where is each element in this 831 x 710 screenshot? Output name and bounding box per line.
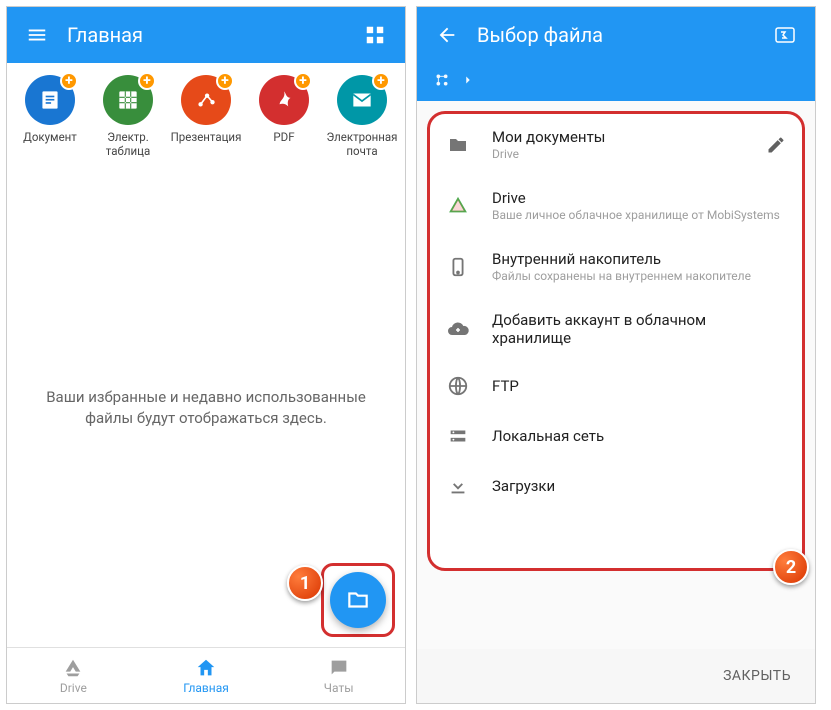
shortcut-label: Электр. таблица bbox=[90, 131, 166, 159]
chevron-right-icon bbox=[461, 73, 475, 87]
shortcut-pdf[interactable]: + PDF bbox=[246, 75, 322, 159]
plus-badge-icon: + bbox=[60, 72, 78, 90]
plus-badge-icon: + bbox=[294, 72, 312, 90]
dialog-footer: ЗАКРЫТЬ bbox=[417, 649, 815, 703]
storage-sub: Ваше личное облачное хранилище от MobiSy… bbox=[492, 208, 786, 222]
drive-icon bbox=[442, 195, 474, 217]
appbar-title: Главная bbox=[57, 23, 355, 47]
shortcut-label: Электронная почта bbox=[324, 131, 400, 159]
folder-icon bbox=[442, 133, 474, 157]
nav-label: Главная bbox=[183, 681, 229, 695]
appbar-left: Главная bbox=[7, 7, 405, 63]
breadcrumb bbox=[417, 63, 815, 101]
lan-icon bbox=[442, 425, 474, 447]
storage-ftp[interactable]: FTP bbox=[430, 361, 802, 411]
back-icon[interactable] bbox=[427, 15, 467, 55]
cloud-plus-icon bbox=[442, 317, 474, 341]
shortcut-document[interactable]: + Документ bbox=[12, 75, 88, 159]
shortcut-email[interactable]: + Электронная почта bbox=[324, 75, 400, 159]
app-logo-icon[interactable] bbox=[765, 15, 805, 55]
storage-drive[interactable]: Drive Ваше личное облачное хранилище от … bbox=[430, 175, 802, 236]
phone-icon bbox=[442, 256, 474, 278]
nav-home[interactable]: Главная bbox=[140, 648, 273, 703]
shortcut-label: Документ bbox=[23, 131, 77, 145]
shortcut-spreadsheet[interactable]: + Электр. таблица bbox=[90, 75, 166, 159]
storage-sub: Файлы сохранены на внутреннем накопителе bbox=[492, 269, 786, 283]
fab-highlight bbox=[321, 563, 395, 637]
phone-right: Выбор файла Мои документы Drive bbox=[416, 6, 816, 704]
globe-icon bbox=[442, 375, 474, 397]
storage-title: Добавить аккаунт в облачном хранилище bbox=[492, 311, 786, 347]
nav-label: Чаты bbox=[324, 681, 354, 695]
shortcuts-row: + Документ + Электр. таблица + Презентац… bbox=[7, 63, 405, 169]
storage-downloads[interactable]: Загрузки bbox=[430, 461, 802, 511]
phone-left: Главная + Документ + Электр. таблица bbox=[6, 6, 406, 704]
close-button[interactable]: ЗАКРЫТЬ bbox=[723, 668, 791, 684]
plus-badge-icon: + bbox=[138, 72, 156, 90]
storage-add-cloud[interactable]: Добавить аккаунт в облачном хранилище bbox=[430, 297, 802, 361]
shortcut-presentation[interactable]: + Презентация bbox=[168, 75, 244, 159]
left-main: + Документ + Электр. таблица + Презентац… bbox=[7, 63, 405, 647]
storage-title: Мои документы bbox=[492, 128, 748, 146]
storage-title: Локальная сеть bbox=[492, 427, 786, 445]
nav-label: Drive bbox=[60, 681, 87, 695]
storage-title: Drive bbox=[492, 189, 786, 207]
storage-title: Внутренний накопитель bbox=[492, 250, 786, 268]
bottom-nav: Drive Главная Чаты bbox=[7, 647, 405, 703]
storage-title: Загрузки bbox=[492, 477, 786, 495]
download-icon bbox=[442, 475, 474, 497]
step-marker-2: 2 bbox=[773, 549, 809, 585]
storage-my-documents[interactable]: Мои документы Drive bbox=[430, 114, 802, 175]
view-toggle-icon[interactable] bbox=[355, 15, 395, 55]
storage-title: FTP bbox=[492, 377, 786, 395]
plus-badge-icon: + bbox=[216, 72, 234, 90]
nav-chats[interactable]: Чаты bbox=[272, 648, 405, 703]
plus-badge-icon: + bbox=[372, 72, 390, 90]
empty-text: Ваши избранные и недавно использованные … bbox=[43, 387, 369, 429]
appbar-title: Выбор файла bbox=[467, 23, 765, 47]
nav-drive[interactable]: Drive bbox=[7, 648, 140, 703]
appbar-right: Выбор файла bbox=[417, 7, 815, 63]
edit-icon[interactable] bbox=[766, 135, 786, 155]
storage-sub: Drive bbox=[492, 147, 748, 161]
shortcut-label: Презентация bbox=[171, 131, 242, 145]
breadcrumb-root-icon[interactable] bbox=[431, 69, 453, 91]
storage-lan[interactable]: Локальная сеть bbox=[430, 411, 802, 461]
storage-list: Мои документы Drive Drive Ваше личное об… bbox=[427, 111, 805, 571]
fab-browse[interactable] bbox=[330, 572, 386, 628]
step-marker-1: 1 bbox=[287, 565, 323, 601]
shortcut-label: PDF bbox=[273, 131, 294, 145]
storage-internal[interactable]: Внутренний накопитель Файлы сохранены на… bbox=[430, 236, 802, 297]
menu-icon[interactable] bbox=[17, 15, 57, 55]
